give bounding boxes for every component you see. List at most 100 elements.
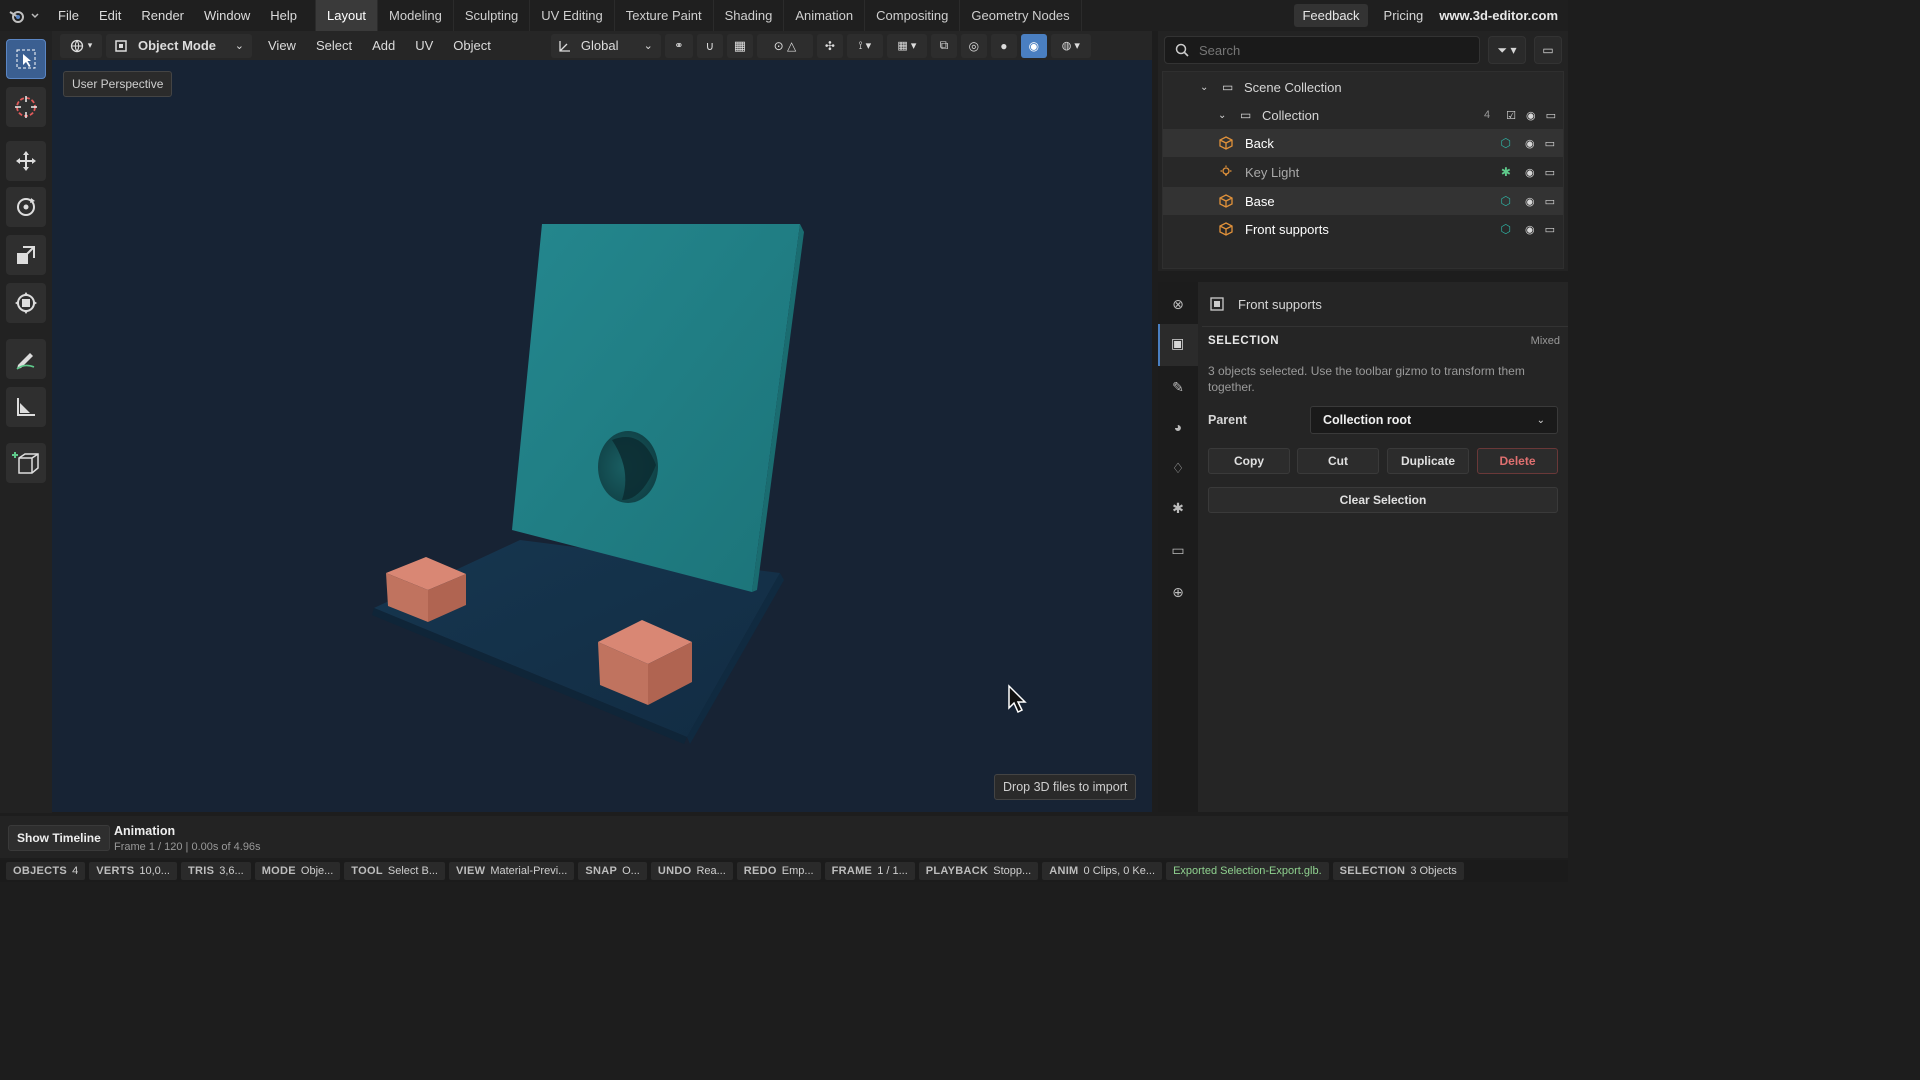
status-value: 3,6... bbox=[219, 865, 244, 877]
select-menu[interactable]: Select bbox=[306, 38, 362, 53]
tab-light[interactable]: ✱ bbox=[1166, 496, 1190, 520]
tab-physics[interactable]: ◕ bbox=[1166, 415, 1190, 439]
tab-camera[interactable]: ▭ bbox=[1166, 538, 1190, 562]
move-tool[interactable] bbox=[6, 141, 46, 181]
select-box-tool[interactable] bbox=[6, 39, 46, 79]
cursor-tool[interactable] bbox=[6, 87, 46, 127]
scene-collection-row[interactable]: ⌄ ▭ Scene Collection bbox=[1200, 73, 1560, 101]
gizmo-button[interactable]: ✣ bbox=[816, 33, 843, 58]
tab-uv-editing[interactable]: UV Editing bbox=[529, 0, 613, 31]
editor-type-button[interactable]: ▾ bbox=[60, 33, 102, 58]
annotate-tool[interactable] bbox=[6, 339, 46, 379]
new-collection-button[interactable]: ▭ bbox=[1534, 36, 1562, 64]
app-logo-menu[interactable] bbox=[0, 0, 48, 31]
pivot-button[interactable]: ⚭ bbox=[664, 33, 693, 58]
tab-shading[interactable]: Shading bbox=[712, 0, 784, 31]
selection-section-header[interactable]: SELECTION Mixed bbox=[1208, 327, 1560, 355]
add-cube-tool[interactable] bbox=[6, 443, 46, 483]
eye-icon[interactable]: ◉ bbox=[1525, 195, 1535, 208]
camera-icon[interactable]: ▭ bbox=[1546, 109, 1556, 122]
menu-help[interactable]: Help bbox=[260, 0, 307, 31]
camera-icon[interactable]: ▭ bbox=[1545, 195, 1555, 208]
shading-material-button[interactable]: ◉ bbox=[1020, 33, 1047, 58]
measure-tool[interactable] bbox=[6, 387, 46, 427]
tab-object-active[interactable]: ▣ bbox=[1158, 324, 1198, 366]
camera-icon[interactable]: ▭ bbox=[1545, 223, 1555, 236]
search-input[interactable] bbox=[1197, 41, 1457, 59]
scale-icon bbox=[17, 246, 35, 264]
menu-edit[interactable]: Edit bbox=[89, 0, 131, 31]
feedback-button[interactable]: Feedback bbox=[1294, 4, 1368, 27]
tab-animation[interactable]: Animation bbox=[783, 0, 864, 31]
proportional-icon: ⊙ △ bbox=[773, 38, 797, 53]
wireframe-sphere-icon: ◎ bbox=[968, 38, 980, 53]
folder-add-icon: ▭ bbox=[1542, 43, 1554, 57]
physics-icon: ◕ bbox=[1173, 419, 1183, 435]
copy-button[interactable]: Copy bbox=[1208, 448, 1290, 474]
outliner-item-key-light[interactable]: Key Light ✱ ◉ ▭ bbox=[1163, 158, 1563, 186]
eye-icon[interactable]: ◉ bbox=[1525, 137, 1535, 150]
snap-magnet-button[interactable]: ∪ bbox=[696, 33, 723, 58]
collection-row[interactable]: ⌄ ▭ Collection 4 ☑ ◉ ▭ bbox=[1218, 101, 1562, 129]
eye-icon[interactable]: ◉ bbox=[1526, 109, 1536, 122]
menu-window[interactable]: Window bbox=[194, 0, 260, 31]
checkbox-icon[interactable]: ☑ bbox=[1506, 109, 1516, 122]
eye-icon[interactable]: ◉ bbox=[1525, 223, 1535, 236]
grid-snap-button[interactable]: ▦ bbox=[726, 33, 753, 58]
pricing-link[interactable]: Pricing bbox=[1378, 8, 1430, 23]
camera-icon[interactable]: ▭ bbox=[1545, 166, 1555, 179]
toggle-xray-button[interactable]: ⧉ bbox=[930, 33, 957, 58]
tab-sculpting[interactable]: Sculpting bbox=[452, 0, 529, 31]
overlay-button[interactable]: ⟟ ▾ bbox=[846, 33, 883, 58]
camera-icon[interactable]: ▭ bbox=[1545, 137, 1555, 150]
menu-file[interactable]: File bbox=[48, 0, 89, 31]
rotate-tool[interactable] bbox=[6, 187, 46, 227]
transform-tool[interactable] bbox=[6, 283, 46, 323]
3d-viewport[interactable]: User Perspective Drop 3D files to import bbox=[52, 60, 1152, 812]
brand-link[interactable]: www.3d-editor.com bbox=[1439, 8, 1558, 23]
rendered-sphere-icon: ◍ ▾ bbox=[1061, 40, 1080, 52]
outliner-item-back[interactable]: Back ⬡ ◉ ▭ bbox=[1163, 129, 1563, 157]
add-menu[interactable]: Add bbox=[362, 38, 405, 53]
show-timeline-button[interactable]: Show Timeline bbox=[8, 825, 110, 851]
mode-selector[interactable]: Object Mode ⌄ bbox=[106, 33, 252, 58]
status-chip-redo: REDO Emp... bbox=[736, 862, 821, 880]
eye-icon[interactable]: ◉ bbox=[1525, 166, 1535, 179]
outliner-item-base[interactable]: Base ⬡ ◉ ▭ bbox=[1163, 187, 1563, 215]
wrench-icon: ✎ bbox=[1172, 378, 1184, 395]
cursor-icon bbox=[15, 96, 37, 118]
shading-rendered-button[interactable]: ◍ ▾ bbox=[1050, 33, 1091, 58]
tab-world[interactable]: ⊕ bbox=[1166, 580, 1190, 604]
filter-button[interactable]: ⏷ ▾ bbox=[1488, 36, 1526, 64]
mesh-cube-icon bbox=[1219, 136, 1233, 150]
view-menu[interactable]: View bbox=[258, 38, 306, 53]
xray-button[interactable]: ▦ ▾ bbox=[886, 33, 927, 58]
tab-geometry-nodes[interactable]: Geometry Nodes bbox=[959, 0, 1082, 31]
object-menu[interactable]: Object bbox=[443, 38, 501, 53]
tab-constraints[interactable]: ♢ bbox=[1166, 456, 1190, 480]
uv-menu[interactable]: UV bbox=[405, 38, 443, 53]
status-chip-playback: PLAYBACK Stopp... bbox=[918, 862, 1039, 880]
tab-tool[interactable]: ⊗ bbox=[1166, 292, 1190, 316]
duplicate-button[interactable]: Duplicate bbox=[1387, 448, 1469, 474]
proportional-edit-button[interactable]: ⊙ △ bbox=[756, 33, 813, 58]
shading-wireframe-button[interactable]: ◎ bbox=[960, 33, 987, 58]
world-icon: ⊕ bbox=[1172, 583, 1184, 600]
menu-render[interactable]: Render bbox=[131, 0, 194, 31]
parent-select[interactable]: Collection root ⌄ bbox=[1310, 406, 1558, 434]
cut-button[interactable]: Cut bbox=[1297, 448, 1379, 474]
shading-solid-button[interactable]: ● bbox=[990, 33, 1017, 58]
scale-tool[interactable] bbox=[6, 235, 46, 275]
tab-texture-paint[interactable]: Texture Paint bbox=[613, 0, 713, 31]
clear-selection-button[interactable]: Clear Selection bbox=[1208, 487, 1558, 513]
search-icon bbox=[1175, 43, 1189, 57]
outliner-search[interactable] bbox=[1164, 36, 1480, 64]
tab-modeling[interactable]: Modeling bbox=[377, 0, 453, 31]
orientation-selector[interactable]: Global ⌄ bbox=[550, 33, 661, 58]
outliner-item-front-supports[interactable]: Front supports ⬡ ◉ ▭ bbox=[1163, 215, 1563, 243]
delete-button[interactable]: Delete bbox=[1477, 448, 1558, 474]
status-value: 1 / 1... bbox=[877, 865, 908, 877]
tab-compositing[interactable]: Compositing bbox=[864, 0, 959, 31]
tab-layout[interactable]: Layout bbox=[315, 0, 378, 31]
tab-modifiers[interactable]: ✎ bbox=[1166, 375, 1190, 399]
